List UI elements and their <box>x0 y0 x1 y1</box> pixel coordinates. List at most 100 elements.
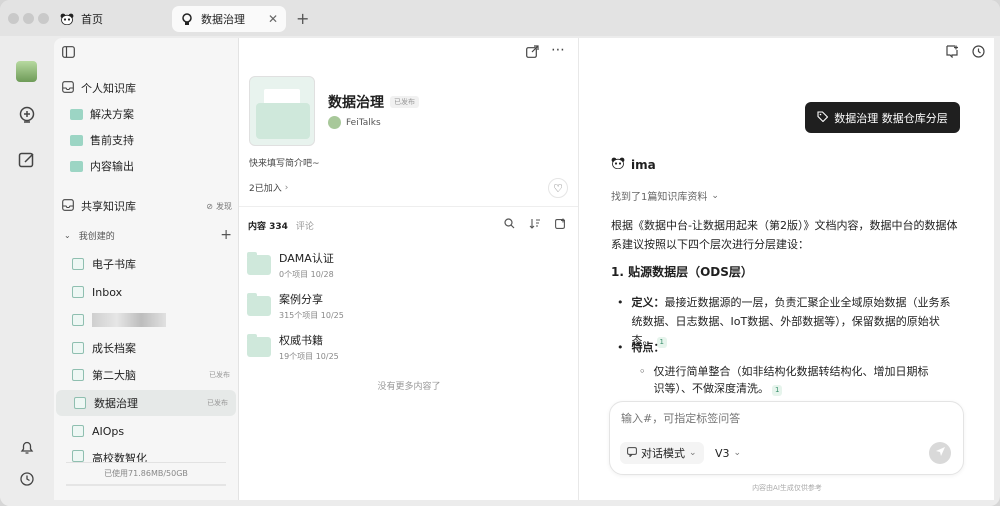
share-icon[interactable] <box>526 45 539 61</box>
avatar[interactable] <box>16 61 37 82</box>
sidebar-item-blurred[interactable] <box>54 307 238 333</box>
folder-icon <box>247 293 271 316</box>
folder-row[interactable]: DAMA认证 0个项目 10/28 <box>247 250 334 280</box>
tab-home[interactable]: 首页 <box>52 6 164 32</box>
chat-panel: 数据治理 数据仓库分层 ima 找到了1篇知识库资料 ⌄ 根据《数据中台-让数据用… <box>578 38 994 500</box>
send-icon <box>935 446 946 460</box>
minimize-window-button[interactable] <box>23 13 34 24</box>
sidebar-item-ebooks[interactable]: 电子书库 <box>54 251 238 277</box>
folder-icon <box>247 252 271 275</box>
book-icon <box>72 369 84 381</box>
sidebar-item-label: 高校数智化 <box>92 452 147 462</box>
feature-item: • 特点： <box>617 338 665 357</box>
add-content-icon[interactable] <box>555 218 566 232</box>
sidebar-item-presales[interactable]: 售前支持 <box>54 127 238 153</box>
folder-name: 案例分享 <box>279 293 323 306</box>
bell-icon[interactable] <box>16 436 38 458</box>
kb-intro[interactable]: 快来填写简介吧~ <box>249 156 320 169</box>
panda-logo-icon <box>60 12 74 26</box>
sidebar-toggle-icon[interactable] <box>62 46 75 61</box>
chat-input-box: 对话模式 ⌄ V3 ⌄ <box>609 401 964 475</box>
new-tab-button[interactable]: + <box>296 9 309 28</box>
kb-detail-panel: ⋯ 数据治理 已发布 FeiTalks 快来填写简介吧~ 2已加入 › ♡ 内容 … <box>238 38 579 500</box>
sidebar-item-data-governance[interactable]: 数据治理 已发布 <box>56 390 236 416</box>
sidebar-item-content-output[interactable]: 内容输出 <box>54 153 238 179</box>
published-badge: 已发布 <box>207 399 228 407</box>
folder-meta: 19个项目 10/25 <box>279 352 339 361</box>
close-tab-icon[interactable]: ✕ <box>268 12 278 26</box>
tab-data-governance[interactable]: 数据治理 ✕ <box>172 6 286 32</box>
history-icon[interactable] <box>972 45 985 61</box>
tab-comments[interactable]: 评论 <box>296 219 314 232</box>
model-dropdown[interactable]: V3 ⌄ <box>708 442 749 464</box>
sidebar-item-label: 第二大脑 <box>92 369 136 382</box>
blurred-label <box>92 313 166 327</box>
zoom-window-button[interactable] <box>38 13 49 24</box>
sidebar-item-label: 内容输出 <box>90 160 134 173</box>
sidebar-item-label: 数据治理 <box>94 397 138 410</box>
discover-link[interactable]: ⊘ 发现 <box>206 201 232 212</box>
app-window: 首页 数据治理 ✕ + 个人知识库 解决方案 售前支持 内容输出 共享知识库 ⊘… <box>0 0 1000 506</box>
tag-query-button[interactable]: 数据治理 数据仓库分层 <box>805 102 960 133</box>
sidebar-item-university[interactable]: 高校数智化 <box>54 446 238 462</box>
chevron-right-icon: › <box>284 182 289 193</box>
definition-item: • 定义：最接近数据源的一层，负责汇聚企业全域原始数据（业务系统数据、日志数据、… <box>617 293 961 350</box>
answer-intro: 根据《数据中台-让数据用起来（第2版）》文档内容，数据中台的数据体系建议按照以下… <box>611 219 958 251</box>
author-row[interactable]: FeiTalks <box>328 116 381 129</box>
folder-meta: 315个项目 10/25 <box>279 311 344 320</box>
divider <box>66 462 226 463</box>
tab-label: 数据治理 <box>201 13 245 26</box>
sources-label: 找到了1篇知识库资料 <box>611 192 708 203</box>
book-icon <box>74 397 86 409</box>
folder-row[interactable]: 权威书籍 19个项目 10/25 <box>247 332 339 362</box>
status-badge: 已发布 <box>390 96 419 108</box>
clock-icon[interactable] <box>16 468 38 490</box>
sidebar-item-label: AIOps <box>92 424 125 438</box>
personal-kb-header[interactable]: 个人知识库 <box>62 80 232 96</box>
mode-dropdown[interactable]: 对话模式 ⌄ <box>620 442 704 464</box>
published-badge: 已发布 <box>209 371 230 379</box>
sidebar-item-inbox[interactable]: Inbox <box>54 279 238 305</box>
sidebar-item-solutions[interactable]: 解决方案 <box>54 101 238 127</box>
sidebar-item-growth[interactable]: 成长档案 <box>54 335 238 361</box>
left-rail <box>0 36 54 506</box>
panda-logo-icon <box>611 157 625 172</box>
ai-disclaimer: 内容由AI生成仅供参考 <box>752 484 822 492</box>
model-label: V3 <box>715 446 730 460</box>
folder-row[interactable]: 案例分享 315个项目 10/25 <box>247 291 344 321</box>
kb-cover <box>249 76 315 146</box>
sidebar-item-aiops[interactable]: AIOps <box>54 418 238 444</box>
feature-detail: ◦ 仅进行简单整合（如非结构化数据转结构化、增加日期标识等）、不做深度清洗。 1 <box>639 363 939 397</box>
sort-icon[interactable] <box>529 218 540 232</box>
sidebar-item-label: Inbox <box>92 285 123 299</box>
edit-icon[interactable] <box>16 149 38 171</box>
shared-kb-header[interactable]: 共享知识库 ⊘ 发现 <box>62 198 232 214</box>
created-title: 我创建的 <box>78 231 115 242</box>
send-button[interactable] <box>929 442 951 464</box>
chevron-down-icon: ⌄ <box>711 190 719 201</box>
kb-title: 数据治理 <box>328 95 384 111</box>
sidebar-item-second-brain[interactable]: 第二大脑 已发布 <box>54 362 238 388</box>
tab-content[interactable]: 内容 334 <box>248 219 288 232</box>
bulb-icon[interactable] <box>16 105 38 127</box>
more-icon[interactable]: ⋯ <box>551 42 565 58</box>
new-chat-icon[interactable] <box>946 45 959 61</box>
add-kb-button[interactable]: + <box>220 227 232 243</box>
citation-badge[interactable]: 1 <box>772 385 783 396</box>
chat-input[interactable] <box>621 412 941 425</box>
created-by-me-header[interactable]: ⌄ 我创建的 + <box>62 227 232 243</box>
joined-count[interactable]: 2已加入 › <box>249 181 289 195</box>
sidebar-item-label: 售前支持 <box>90 134 134 147</box>
book-icon <box>72 258 84 270</box>
folder-name: DAMA认证 <box>279 252 334 265</box>
sidebar-item-label: 解决方案 <box>90 108 134 121</box>
definition-label: 定义： <box>631 296 665 309</box>
personal-kb-title: 个人知识库 <box>81 82 136 95</box>
folder-icon <box>70 160 83 172</box>
favorite-button[interactable]: ♡ <box>548 178 568 198</box>
sources-toggle[interactable]: 找到了1篇知识库资料 ⌄ <box>611 188 719 204</box>
end-of-list: 没有更多内容了 <box>377 382 441 392</box>
folder-meta: 0个项目 10/28 <box>279 270 334 279</box>
close-window-button[interactable] <box>8 13 19 24</box>
search-icon[interactable] <box>504 218 515 232</box>
